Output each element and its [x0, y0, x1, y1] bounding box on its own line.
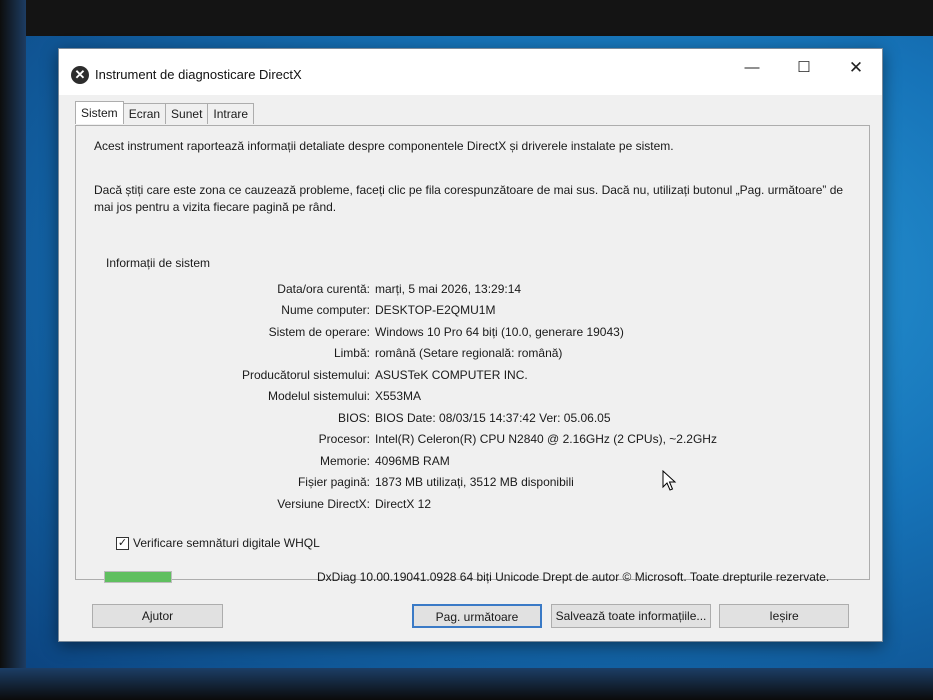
whql-checkbox-label: Verificare semnături digitale WHQL	[133, 536, 320, 550]
tab-sunet[interactable]: Sunet	[165, 103, 209, 124]
title-bar[interactable]: ✕ Instrument de diagnosticare DirectX — …	[59, 49, 882, 95]
exit-button[interactable]: Ieșire	[719, 604, 849, 628]
tab-ecran[interactable]: Ecran	[122, 103, 167, 124]
window-title: Instrument de diagnosticare DirectX	[95, 67, 302, 82]
info-row-directx-version: Versiune DirectX: DirectX 12	[76, 493, 871, 515]
info-value: DESKTOP-E2QMU1M	[375, 303, 496, 318]
info-row-pagefile: Fișier pagină: 1873 MB utilizați, 3512 MB…	[76, 472, 871, 494]
info-label: Data/ora curentă:	[277, 281, 370, 296]
monitor-bezel-top	[0, 0, 933, 36]
info-value: marți, 5 mai 2026, 13:29:14	[375, 281, 522, 296]
info-value: Intel(R) Celeron(R) CPU N2840 @ 2.16GHz …	[375, 432, 717, 447]
minimize-button[interactable]: —	[729, 55, 775, 81]
save-all-info-button[interactable]: Salvează toate informațiile...	[551, 604, 711, 628]
info-row-computer-name: Nume computer: DESKTOP-E2QMU1M	[76, 300, 871, 322]
info-label: Sistem de operare:	[268, 324, 370, 339]
dxdiag-window: ✕ Instrument de diagnosticare DirectX — …	[58, 48, 883, 642]
system-info-list: Data/ora curentă: marți, 5 mai 2026, 13:2…	[76, 278, 871, 515]
tab-intrare[interactable]: Intrare	[207, 103, 255, 124]
info-value: DirectX 12	[375, 496, 432, 511]
intro-text: Acest instrument raportează informații d…	[94, 139, 674, 153]
close-button[interactable]: ✕	[833, 55, 879, 81]
info-value: X553MA	[375, 389, 422, 404]
info-row-language: Limbă: română (Setare regională: română)	[76, 343, 871, 365]
system-tab-panel: Acest instrument raportează informații d…	[75, 125, 870, 580]
tab-strip: Sistem Ecran Sunet Intrare	[75, 101, 255, 125]
info-row-datetime: Data/ora curentă: marți, 5 mai 2026, 13:2…	[76, 278, 871, 300]
info-label: BIOS:	[337, 410, 370, 425]
maximize-button[interactable]: ☐	[781, 55, 827, 81]
info-row-manufacturer: Producătorul sistemului: ASUSTeK COMPUTER…	[76, 364, 871, 386]
mouse-cursor-icon	[662, 470, 677, 491]
whql-checkbox[interactable]: ✓	[116, 536, 129, 550]
progress-bar-fill	[105, 572, 171, 582]
whql-option[interactable]: ✓ Verificare semnături digitale WHQL	[116, 536, 320, 550]
info-label: Producătorul sistemului:	[241, 367, 370, 382]
info-row-memory: Memorie: 4096MB RAM	[76, 450, 871, 472]
info-value: 1873 MB utilizați, 3512 MB disponibili	[375, 475, 574, 490]
version-copyright-text: DxDiag 10.00.19041.0928 64 biți Unicode …	[317, 570, 830, 584]
info-row-os: Sistem de operare: Windows 10 Pro 64 biți…	[76, 321, 871, 343]
system-info-group-label: Informații de sistem	[106, 256, 211, 270]
info-value: ASUSTeK COMPUTER INC.	[375, 367, 528, 382]
info-label: Memorie:	[319, 453, 370, 468]
directx-icon: ✕	[71, 66, 89, 84]
info-value: Windows 10 Pro 64 biți (10.0, generare 1…	[375, 324, 624, 339]
info-label: Limbă:	[333, 346, 370, 361]
info-label: Fișier pagină:	[297, 475, 370, 490]
info-label: Modelul sistemului:	[267, 389, 370, 404]
monitor-bezel-left	[0, 0, 26, 700]
info-label: Versiune DirectX:	[277, 496, 370, 511]
info-value: BIOS Date: 08/03/15 14:37:42 Ver: 05.06.…	[375, 410, 611, 425]
info-row-processor: Procesor: Intel(R) Celeron(R) CPU N2840 @…	[76, 429, 871, 451]
info-value: română (Setare regională: română)	[375, 346, 563, 361]
tab-sistem[interactable]: Sistem	[75, 101, 124, 124]
info-value: 4096MB RAM	[375, 453, 450, 468]
info-label: Nume computer:	[281, 303, 370, 318]
monitor-bezel-bottom	[0, 668, 933, 700]
info-label: Procesor:	[318, 432, 370, 447]
info-row-model: Modelul sistemului: X553MA	[76, 386, 871, 408]
info-row-bios: BIOS: BIOS Date: 08/03/15 14:37:42 Ver: 0…	[76, 407, 871, 429]
instructions-text: Dacă știți care este zona ce cauzează pr…	[94, 183, 844, 214]
progress-bar	[104, 571, 172, 583]
help-button[interactable]: Ajutor	[92, 604, 223, 628]
next-page-button[interactable]: Pag. următoare	[412, 604, 542, 628]
